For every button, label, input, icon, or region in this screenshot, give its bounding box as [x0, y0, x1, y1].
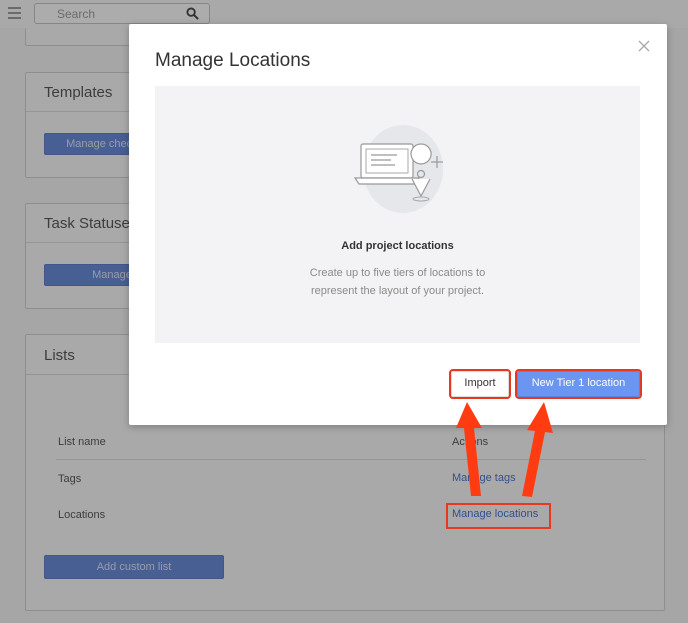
empty-state-description-line: represent the layout of your project. — [310, 285, 485, 297]
empty-state-panel: Add project locations Create up to five … — [155, 86, 640, 343]
close-icon[interactable] — [637, 39, 651, 53]
modal-title: Manage Locations — [155, 50, 311, 71]
empty-state-description: Create up to five tiers of locations to … — [155, 264, 640, 300]
manage-locations-highlight — [446, 503, 551, 529]
new-tier-1-location-button[interactable]: New Tier 1 location — [515, 369, 642, 399]
manage-locations-modal: Manage Locations Add project locations C… — [129, 24, 667, 425]
empty-state-description-line: Create up to five tiers of locations to — [309, 267, 486, 279]
import-button[interactable]: Import — [449, 369, 511, 399]
empty-state-title: Add project locations — [341, 240, 454, 252]
laptop-location-illustration — [353, 125, 443, 213]
